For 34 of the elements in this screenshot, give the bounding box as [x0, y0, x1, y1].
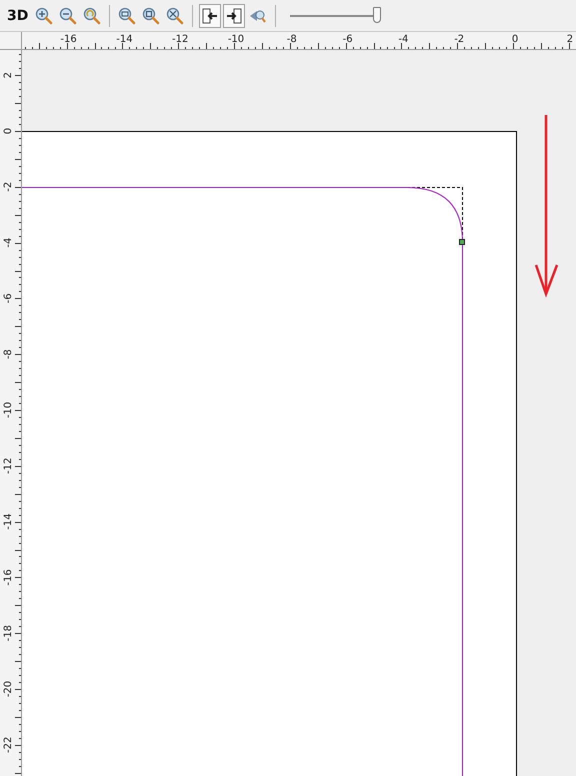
ruler-label: -4 — [3, 238, 14, 248]
ruler-label: -8 — [286, 34, 297, 45]
align-right-button[interactable] — [223, 4, 246, 28]
arrow-page-icon — [201, 6, 220, 24]
ruler-label: -12 — [3, 458, 14, 474]
zoom-fit-icon — [142, 6, 160, 24]
ruler-label: -22 — [3, 736, 14, 753]
ruler-label: -8 — [3, 349, 14, 360]
ruler-label: -18 — [3, 625, 14, 642]
ruler-label: -14 — [3, 513, 14, 530]
ruler-label: 0 — [3, 128, 14, 134]
ruler-label: -2 — [3, 182, 14, 192]
ruler-label: -16 — [3, 569, 14, 586]
ruler-label: 2 — [566, 34, 574, 45]
zoom-in-icon — [35, 6, 54, 24]
ruler-label: -10 — [3, 402, 14, 418]
ruler-label: -6 — [3, 293, 14, 304]
ruler-label: -10 — [228, 34, 244, 45]
ruler-label: -6 — [342, 34, 353, 45]
ruler-label: -12 — [172, 34, 188, 45]
ruler-label: 2 — [3, 72, 14, 78]
arrow-page-icon — [225, 6, 244, 24]
zoom-out-icon — [59, 6, 78, 24]
ruler-label: -4 — [398, 34, 408, 45]
3d-view-button[interactable]: 3D — [4, 4, 32, 28]
ruler-label: -2 — [454, 34, 464, 45]
zoom-actual-icon — [118, 6, 136, 24]
ruler-label: -14 — [116, 34, 133, 45]
ruler-label: 0 — [512, 34, 518, 45]
align-left-button[interactable] — [199, 4, 222, 28]
zoom-previous-icon — [83, 6, 102, 24]
ruler-label: -20 — [3, 680, 14, 698]
zoom-extents-icon — [166, 6, 184, 24]
ruler-label: -16 — [60, 34, 77, 45]
